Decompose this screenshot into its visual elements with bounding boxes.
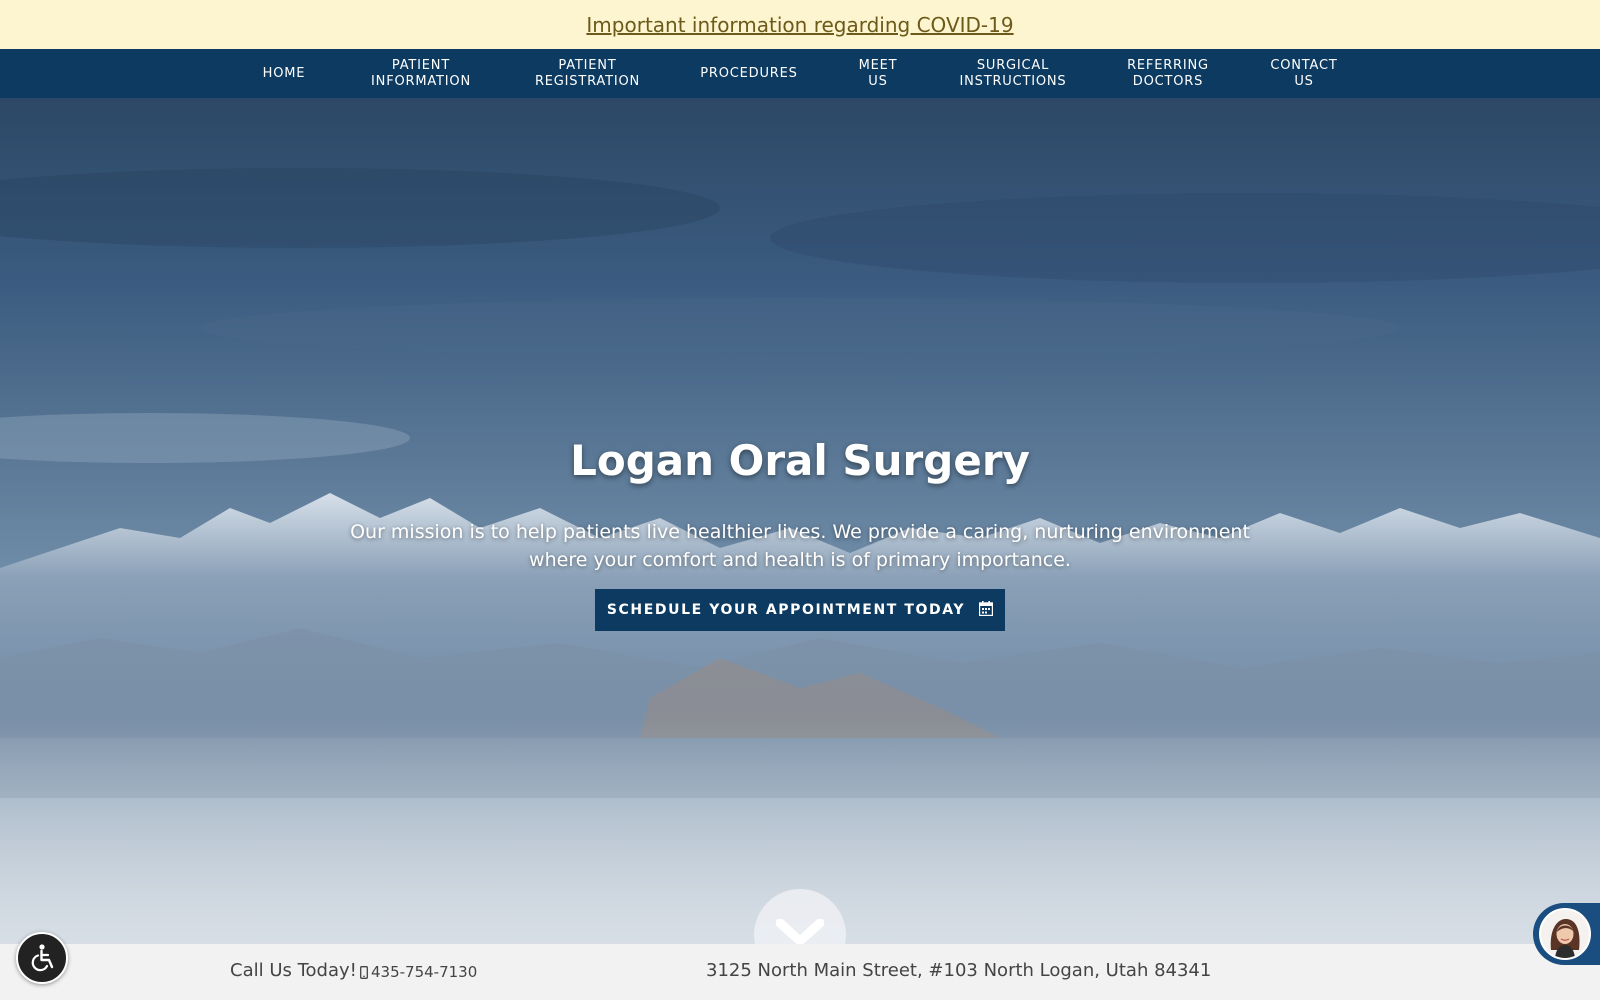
nav-item-home[interactable]: HOME (244, 49, 324, 98)
nav-item-surgical-instructions[interactable]: SURGICAL INSTRUCTIONS (950, 49, 1076, 98)
hero-banner: Logan Oral Surgery Our mission is to hel… (0, 98, 1600, 944)
mission-statement: Our mission is to help patients live hea… (350, 521, 1250, 571)
wheelchair-icon (31, 944, 54, 972)
office-address: 3125 North Main Street, #103 North Logan… (706, 960, 1212, 981)
nav-item-patient-registration[interactable]: PATIENT REGISTRATION (525, 49, 650, 98)
nav-item-procedures[interactable]: PROCEDURES (693, 49, 805, 98)
live-chat-button[interactable] (1533, 903, 1600, 965)
accessibility-button[interactable] (16, 932, 68, 984)
calendar-icon (978, 600, 994, 620)
nav-item-meet-us[interactable]: MEET US (848, 49, 908, 98)
call-us-label: Call Us Today! (230, 960, 357, 981)
main-navigation: HOME PATIENT INFORMATION PATIENT REGISTR… (0, 49, 1600, 98)
contact-footer-bar: Call Us Today! 435-754-7130 3125 North M… (0, 944, 1600, 1000)
hero-title: Logan Oral Surgery (570, 436, 1030, 485)
nav-item-contact-us[interactable]: CONTACT US (1260, 49, 1348, 98)
phone-link[interactable]: 435-754-7130 (360, 963, 477, 981)
chevron-down-icon (776, 919, 824, 944)
schedule-appointment-button[interactable]: SCHEDULE YOUR APPOINTMENT TODAY (595, 589, 1005, 631)
nav-item-referring-doctors[interactable]: REFERRING DOCTORS (1119, 49, 1217, 98)
chat-agent-avatar-icon (1539, 908, 1591, 960)
nav-item-patient-information[interactable]: PATIENT INFORMATION (360, 49, 482, 98)
covid-info-link[interactable]: Important information regarding COVID-19 (586, 13, 1013, 37)
phone-number: 435-754-7130 (371, 963, 478, 981)
announcement-bar: Important information regarding COVID-19 (0, 0, 1600, 49)
schedule-appointment-label: SCHEDULE YOUR APPOINTMENT TODAY (606, 602, 966, 618)
mobile-phone-icon (360, 965, 368, 979)
